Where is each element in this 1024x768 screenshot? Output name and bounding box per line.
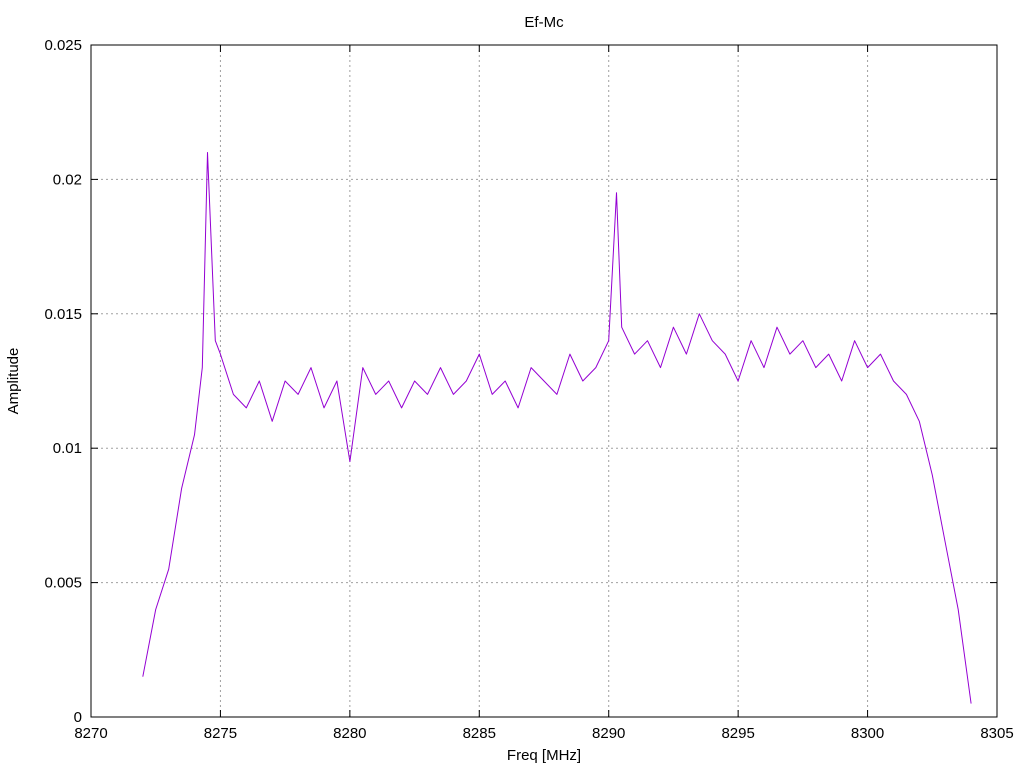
tick-labels: 8270 8275 8280 8285 8290 8295 8300 8305 0 0.005 0.… xyxy=(44,37,1013,742)
x-tick-label: 8305 xyxy=(980,725,1013,742)
series-line xyxy=(142,152,972,704)
x-tick-label: 8290 xyxy=(592,725,625,742)
chart-title: Ef-Mc xyxy=(524,14,564,31)
x-tick-label: 8300 xyxy=(851,725,884,742)
series-layer xyxy=(142,152,972,704)
y-tick-label: 0 xyxy=(74,709,82,726)
x-tick-label: 8280 xyxy=(333,725,366,742)
y-axis-title: Amplitude xyxy=(5,348,22,415)
x-tick-label: 8295 xyxy=(721,725,754,742)
y-tick-label: 0.025 xyxy=(44,37,82,54)
y-tick-label: 0.005 xyxy=(44,575,82,592)
y-tick-label: 0.015 xyxy=(44,306,82,323)
y-tick-label: 0.02 xyxy=(53,171,82,188)
x-tick-label: 8285 xyxy=(463,725,496,742)
x-tick-label: 8270 xyxy=(74,725,107,742)
x-axis-title: Freq [MHz] xyxy=(507,747,581,764)
y-tick-label: 0.01 xyxy=(53,440,82,457)
x-tick-label: 8275 xyxy=(204,725,237,742)
chart: 8270 8275 8280 8285 8290 8295 8300 8305 0 0.005 0.… xyxy=(5,14,1014,764)
